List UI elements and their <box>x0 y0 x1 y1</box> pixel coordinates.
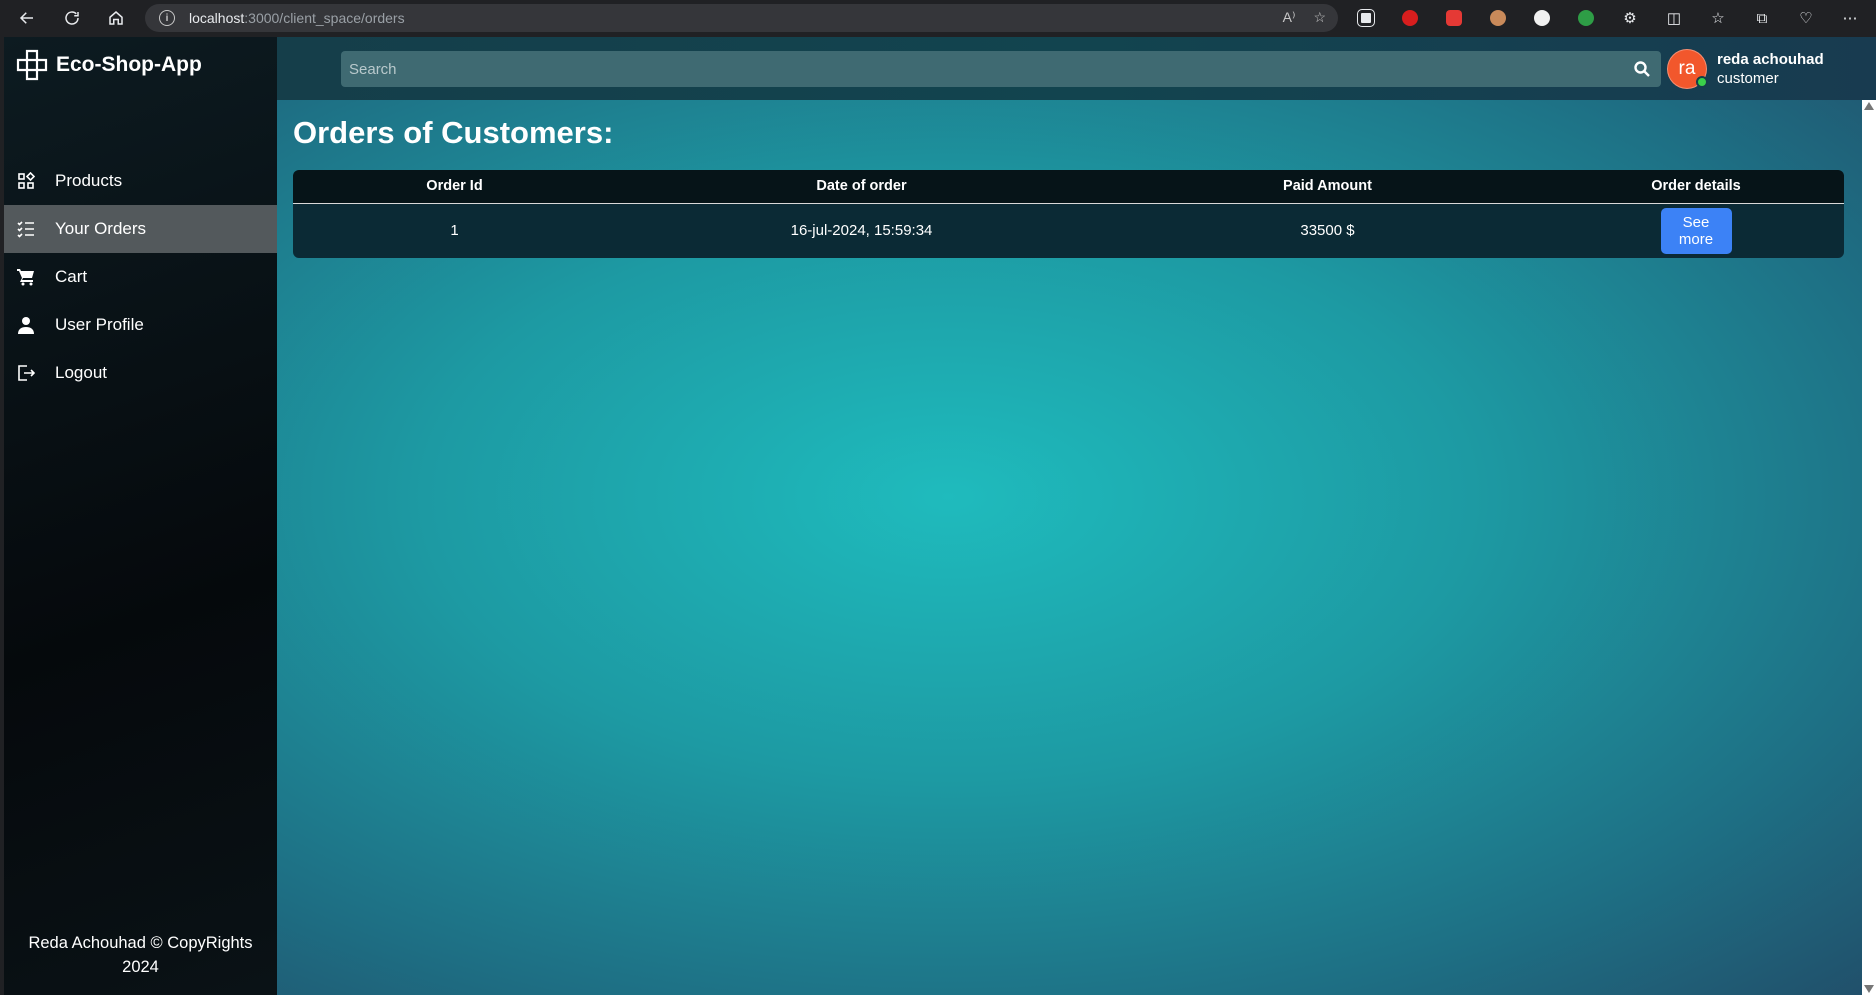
table-header: Order Id Date of order Paid Amount Order… <box>293 170 1844 204</box>
scroll-up-arrow-icon[interactable] <box>1864 102 1874 110</box>
user-role: customer <box>1717 70 1779 87</box>
split-screen-icon[interactable]: ◫ <box>1662 6 1686 30</box>
sidebar-item-label: Cart <box>55 267 88 286</box>
brand-name: Eco-Shop-App <box>56 53 202 76</box>
search-input[interactable] <box>349 60 1619 78</box>
sidebar-item-user-profile[interactable]: User Profile <box>4 301 277 349</box>
page-title: Orders of Customers: <box>293 115 614 150</box>
reload-icon[interactable] <box>54 0 90 36</box>
person-icon <box>16 315 36 335</box>
cart-icon <box>16 267 36 287</box>
performance-heart-icon[interactable]: ♡ <box>1794 6 1818 30</box>
avatar[interactable]: ra <box>1667 49 1708 89</box>
cell-paid-amount: 33500 $ <box>1300 222 1355 240</box>
site-info-icon[interactable]: i <box>159 10 175 26</box>
scroll-down-arrow-icon[interactable] <box>1864 985 1874 993</box>
see-more-button[interactable]: See more <box>1660 207 1732 254</box>
user-name: reda achouhad <box>1717 51 1824 68</box>
owl-extension-icon[interactable] <box>1486 6 1510 30</box>
logout-icon <box>16 363 36 383</box>
puzzle-extensions-icon[interactable]: ⚙ <box>1618 6 1642 30</box>
column-header-order-details: Order details <box>1548 170 1844 204</box>
url-path: :3000/client_space/orders <box>244 10 405 26</box>
back-icon[interactable] <box>9 0 45 36</box>
cell-order-id: 1 <box>450 222 459 240</box>
topbar: ra reda achouhad customer <box>277 37 1876 100</box>
collections-icon[interactable]: ⧉ <box>1750 6 1774 30</box>
app-root: Eco-Shop-App Products Your Orders Cart U… <box>4 37 1876 995</box>
sidebar-item-products[interactable]: Products <box>4 157 277 205</box>
qr-code-icon[interactable] <box>1354 6 1378 30</box>
copyright-footer: Reda Achouhad © CopyRights 2024 <box>28 934 253 976</box>
search-icon[interactable] <box>1633 60 1651 78</box>
sidebar-item-your-orders[interactable]: Your Orders <box>4 205 277 253</box>
column-header-paid-amount: Paid Amount <box>1107 170 1548 204</box>
stop-hand-extension-icon[interactable] <box>1398 6 1422 30</box>
circle-extension-icon[interactable] <box>1530 6 1554 30</box>
sidebar-item-logout[interactable]: Logout <box>4 349 277 397</box>
sidebar-item-cart[interactable]: Cart <box>4 253 277 301</box>
cell-order-date: 16-jul-2024, 15:59:34 <box>790 222 933 240</box>
orders-table: Order Id Date of order Paid Amount Order… <box>293 170 1844 258</box>
online-status-dot <box>1696 76 1708 88</box>
scrollbar[interactable] <box>1862 100 1876 995</box>
sidebar-item-label: Logout <box>55 363 107 382</box>
sidebar-menu: Products Your Orders Cart User Profile L… <box>4 157 277 397</box>
home-icon[interactable] <box>98 0 134 36</box>
grid-icon <box>16 171 36 191</box>
sidebar: Eco-Shop-App Products Your Orders Cart U… <box>4 37 277 995</box>
main-content: ra reda achouhad customer Orders of Cust… <box>277 37 1876 995</box>
more-options-icon[interactable]: ⋯ <box>1838 6 1862 30</box>
column-header-date: Date of order <box>616 170 1107 204</box>
brand-logo-icon <box>16 49 48 81</box>
brand[interactable]: Eco-Shop-App <box>16 49 202 81</box>
browser-toolbar: i localhost:3000/client_space/orders A⁾ … <box>0 0 1876 36</box>
user-info: reda achouhad customer <box>1717 50 1824 88</box>
favorites-icon[interactable]: ☆ <box>1706 6 1730 30</box>
address-bar[interactable]: i localhost:3000/client_space/orders A⁾ … <box>145 4 1338 32</box>
table-row: 1 16-jul-2024, 15:59:34 33500 $ See more <box>293 203 1844 258</box>
sidebar-item-label: Products <box>55 171 123 190</box>
read-aloud-icon[interactable]: A⁾ <box>1283 9 1296 26</box>
checklist-icon <box>16 219 36 239</box>
green-extension-icon[interactable] <box>1574 6 1598 30</box>
cell-order-details: See more <box>1548 203 1844 258</box>
avatar-initials: ra <box>1678 58 1696 79</box>
sidebar-item-label: User Profile <box>55 315 144 334</box>
column-header-order-id: Order Id <box>293 170 616 204</box>
extensions-bar: ⚙ ◫ ☆ ⧉ ♡ ⋯ <box>1354 6 1862 30</box>
user-menu[interactable]: ra reda achouhad customer <box>1667 49 1824 89</box>
url-host: localhost <box>189 10 245 26</box>
search-bar <box>341 51 1661 87</box>
red-extension-icon[interactable] <box>1442 6 1466 30</box>
favorite-star-icon[interactable]: ☆ <box>1313 9 1326 26</box>
sidebar-item-label: Your Orders <box>55 219 147 238</box>
